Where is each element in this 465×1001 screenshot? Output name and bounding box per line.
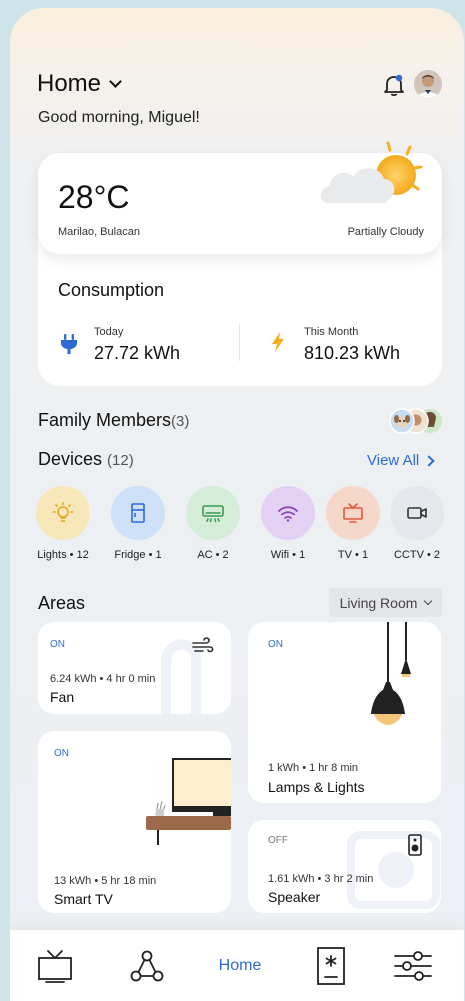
weather-card[interactable]: 28°C Marilao, Bulacan Partially Cloudy (38, 141, 442, 254)
device-fridge[interactable]: Fridge • 1 (105, 486, 171, 561)
tv-stand-icon (146, 758, 231, 845)
divider (239, 323, 240, 361)
nav-home-button[interactable]: Home (208, 930, 272, 1001)
network-icon (130, 950, 164, 981)
weather-condition: Partially Cloudy (347, 226, 424, 238)
device-icon-bg (186, 486, 240, 540)
device-icon-bg (261, 486, 315, 540)
fridge-icon (131, 503, 145, 523)
view-all-label: View All (367, 452, 420, 469)
family-title-text: Family Members (38, 410, 172, 430)
devices-count: (12) (107, 452, 134, 469)
room-selected: Living Room (339, 594, 418, 611)
lamps-stats: 1 kWh • 1 hr 8 min (268, 762, 359, 774)
temperature: 28°C (58, 179, 130, 215)
chevron-down-icon (109, 74, 122, 88)
lamps-name: Lamps & Lights (268, 779, 365, 795)
plug-icon (61, 334, 77, 354)
room-dropdown[interactable]: Living Room (329, 588, 442, 617)
fan-name: Fan (50, 689, 75, 705)
device-label: TV • 1 (337, 549, 369, 561)
speaker-status: OFF (268, 835, 288, 846)
nav-hub-button[interactable] (122, 930, 172, 1001)
device-icon-bg (111, 486, 165, 540)
family-avatars[interactable] (378, 407, 444, 435)
month-label: This Month (304, 326, 359, 338)
speaker-watermark-icon (347, 831, 440, 909)
wifi-icon (278, 506, 298, 522)
device-cctv[interactable]: CCTV • 2 (384, 486, 450, 561)
sliders-icon (394, 950, 432, 981)
bottom-nav: Home (10, 930, 464, 1001)
area-card-lamps[interactable]: ON 1 kWh • 1 hr 8 min Lamps & Lights (248, 622, 441, 803)
area-card-smart-tv[interactable]: ON 13 kWh • 5 hr 18 min Smart TV (38, 731, 231, 913)
cctv-icon (407, 507, 427, 519)
lightning-icon (272, 332, 284, 352)
area-card-fan[interactable]: ON 6.24 kWh • 4 hr 0 min Fan (38, 622, 231, 714)
device-label: Lights • 12 (37, 549, 89, 561)
today-label: Today (94, 326, 124, 338)
device-label: Wifi • 1 (270, 549, 306, 561)
tv-stats: 13 kWh • 5 hr 18 min (54, 875, 157, 887)
app-screen: Home Good morning, Miguel! Consumption T… (10, 8, 464, 1001)
user-avatar[interactable] (414, 70, 442, 98)
chevron-right-icon (423, 454, 435, 467)
area-card-speaker[interactable]: OFF 1.61 kWh • 3 hr 2 min Speaker (248, 820, 441, 913)
greeting-text: Good morning, Miguel! (38, 109, 200, 126)
speaker-name: Speaker (268, 889, 321, 905)
device-label: Fridge • 1 (114, 549, 162, 561)
partly-cloudy-icon (320, 141, 423, 203)
location: Marilao, Bulacan (58, 226, 140, 238)
tv-icon (343, 503, 363, 523)
family-members-title: Family Members(3) (38, 410, 189, 431)
fan-status: ON (50, 639, 65, 650)
device-lights[interactable]: Lights • 12 (30, 486, 96, 561)
home-selector[interactable]: Home (37, 70, 122, 98)
devices-title: Devices (12) (38, 449, 134, 470)
areas-title: Areas (38, 593, 86, 613)
consumption-title: Consumption (58, 280, 165, 300)
page-title: Home (37, 70, 102, 97)
view-all-link[interactable]: View All (367, 452, 435, 469)
device-icon-bg (36, 486, 90, 540)
speaker-stats: 1.61 kWh • 3 hr 2 min (268, 873, 374, 885)
lamps-status: ON (268, 639, 283, 650)
nav-settings-button[interactable] (388, 930, 438, 1001)
device-icon-bg (390, 486, 444, 540)
tv-icon (38, 949, 72, 983)
nav-tv-button[interactable] (30, 930, 80, 1001)
month-value: 810.23 kWh (304, 343, 401, 363)
device-wifi[interactable]: Wifi • 1 (255, 486, 321, 561)
fan-stats: 6.24 kWh • 4 hr 0 min (50, 673, 156, 685)
device-label: AC • 2 (197, 549, 229, 561)
chevron-down-icon (424, 596, 433, 605)
wind-icon (192, 637, 214, 653)
device-tv[interactable]: TV • 1 (320, 486, 386, 561)
family-count: (3) (171, 413, 190, 430)
tv-name: Smart TV (54, 891, 113, 907)
device-ac[interactable]: AC • 2 (180, 486, 246, 561)
speaker-icon (408, 834, 422, 856)
nav-fridge-button[interactable] (306, 930, 356, 1001)
today-value: 27.72 kWh (94, 343, 181, 363)
device-label: CCTV • 2 (393, 549, 441, 561)
device-icon-bg (326, 486, 380, 540)
lightbulb-icon (52, 502, 74, 522)
pendant-lamp-icon (371, 622, 411, 725)
bell-icon[interactable] (383, 73, 405, 97)
tv-status: ON (54, 748, 69, 759)
devices-title-text: Devices (38, 449, 103, 469)
fan-watermark-icon (161, 639, 201, 714)
avatar-photo-icon (414, 70, 442, 98)
fridge-icon (317, 946, 345, 985)
ac-icon (202, 505, 224, 523)
